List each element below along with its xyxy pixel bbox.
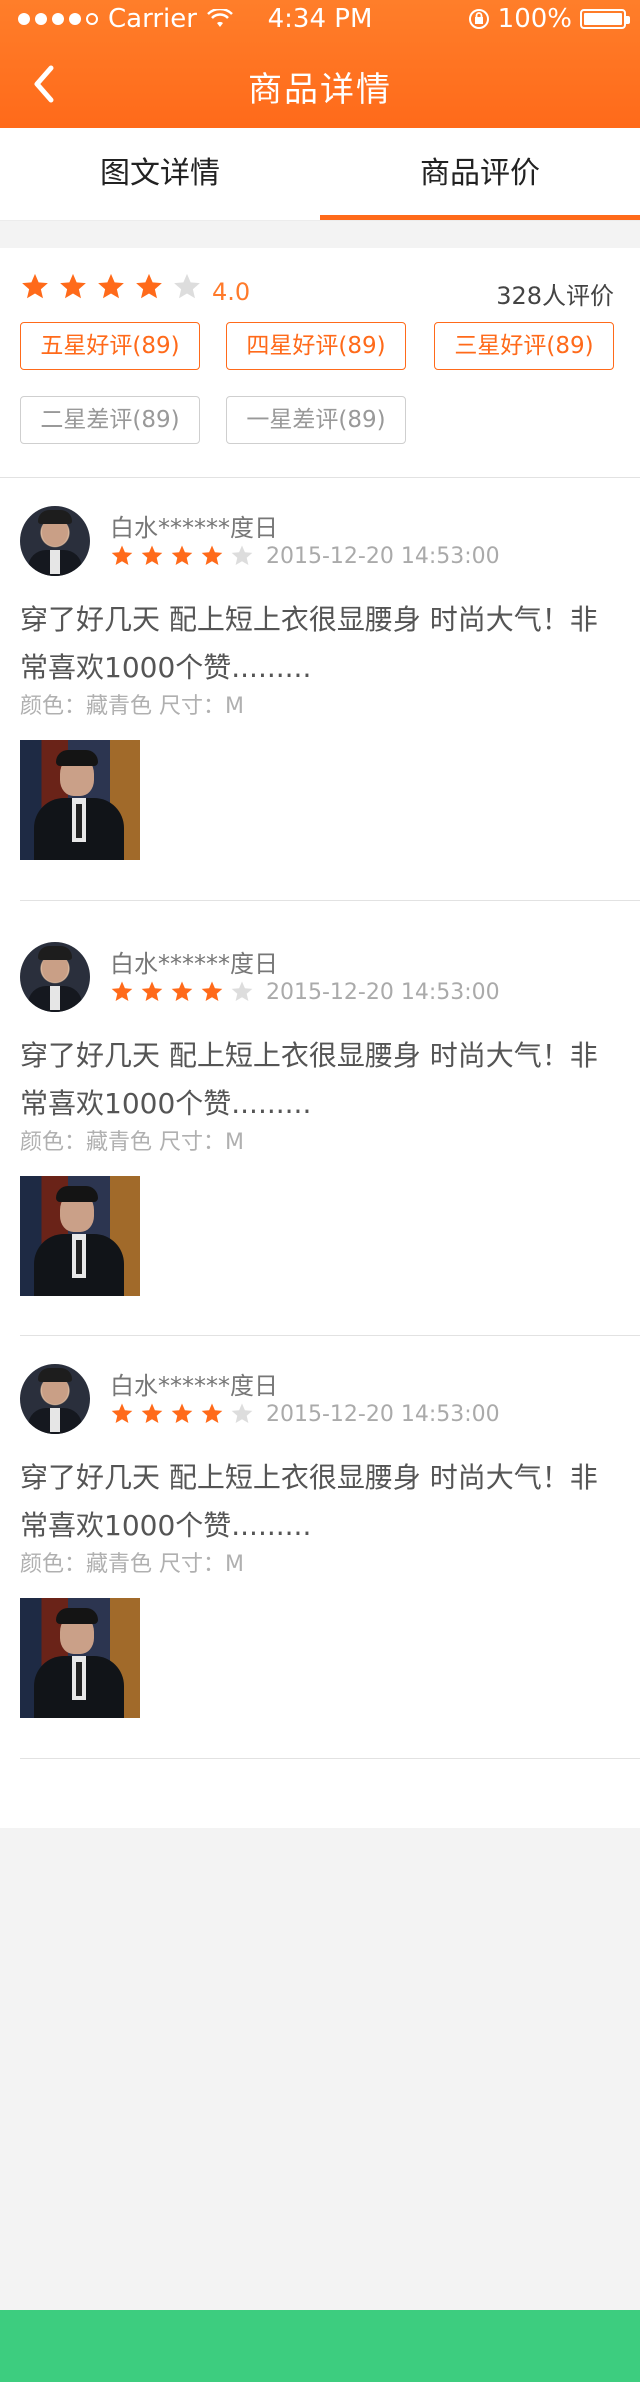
star-empty-icon [231, 545, 253, 565]
star-filled-icon [136, 273, 162, 299]
review-spec: 颜色：藏青色 尺寸：M [20, 694, 244, 719]
review-star-rating [110, 544, 254, 568]
star-filled-icon [60, 273, 86, 299]
filter-two-star[interactable]: 二星差评(89) [20, 396, 200, 444]
reviewer-name: 白水******度日 [110, 514, 278, 542]
orientation-lock-icon [468, 9, 489, 29]
review-item: 白水******度日 2015-12-20 14:53:00 穿了好几天 配上短… [0, 1336, 640, 1766]
filter-one-star[interactable]: 一星差评(89) [226, 396, 406, 444]
reviews-panel: 4.0 328人评价 五星好评(89) 四星好评(89) 三星好评(89) 二星… [0, 248, 640, 1828]
star-filled-icon [141, 1403, 163, 1423]
review-count: 328人评价 [496, 282, 614, 310]
review-date: 2015-12-20 14:53:00 [266, 980, 500, 1005]
review-text: 穿了好几天 配上短上衣很显腰身 时尚大气！非常喜欢1000个赞......... [20, 1039, 598, 1120]
battery-icon [580, 9, 630, 29]
filter-three-star[interactable]: 三星好评(89) [434, 322, 614, 370]
star-filled-icon [111, 1403, 133, 1423]
review-star-rating [110, 980, 254, 1004]
tab-reviews[interactable]: 商品评价 [320, 128, 640, 220]
star-empty-icon [231, 1403, 253, 1423]
filter-four-star[interactable]: 四星好评(89) [226, 322, 406, 370]
avatar[interactable] [20, 1364, 90, 1434]
rating-summary: 4.0 328人评价 [20, 272, 620, 318]
star-filled-icon [111, 981, 133, 1001]
status-bar: Carrier 4:34 PM 100% [0, 0, 640, 40]
page-title: 商品详情 [248, 70, 392, 110]
divider [20, 1758, 640, 1759]
review-item: 白水******度日 2015-12-20 14:53:00 穿了好几天 配上短… [0, 478, 640, 908]
star-empty-icon [174, 273, 200, 299]
review-spec: 颜色：藏青色 尺寸：M [20, 1130, 244, 1155]
review-photo[interactable] [20, 740, 140, 860]
review-spec: 颜色：藏青色 尺寸：M [20, 1552, 244, 1577]
star-filled-icon [111, 545, 133, 565]
review-text: 穿了好几天 配上短上衣很显腰身 时尚大气！非常喜欢1000个赞......... [20, 603, 598, 684]
star-filled-icon [141, 545, 163, 565]
review-photo[interactable] [20, 1176, 140, 1296]
filter-five-star[interactable]: 五星好评(89) [20, 322, 200, 370]
star-filled-icon [201, 981, 223, 1001]
star-filled-icon [171, 981, 193, 1001]
star-filled-icon [98, 273, 124, 299]
divider [20, 900, 640, 901]
avatar[interactable] [20, 942, 90, 1012]
reviewer-name: 白水******度日 [110, 950, 278, 978]
bottom-action-bar[interactable] [0, 2310, 640, 2382]
star-filled-icon [22, 273, 48, 299]
tab-bar: 图文详情 商品评价 [0, 128, 640, 221]
review-text: 穿了好几天 配上短上衣很显腰身 时尚大气！非常喜欢1000个赞......... [20, 1461, 598, 1542]
star-filled-icon [201, 545, 223, 565]
avatar[interactable] [20, 506, 90, 576]
review-date: 2015-12-20 14:53:00 [266, 544, 500, 569]
navbar: 商品详情 [0, 40, 640, 128]
average-score: 4.0 [212, 278, 251, 306]
star-empty-icon [231, 981, 253, 1001]
star-filled-icon [171, 1403, 193, 1423]
battery-percent: 100% [497, 4, 572, 34]
star-filled-icon [201, 1403, 223, 1423]
star-filled-icon [171, 545, 193, 565]
star-filled-icon [141, 981, 163, 1001]
review-photo[interactable] [20, 1598, 140, 1718]
tab-details[interactable]: 图文详情 [0, 128, 320, 220]
app-header: Carrier 4:34 PM 100% 商品详情 [0, 0, 640, 128]
review-date: 2015-12-20 14:53:00 [266, 1402, 500, 1427]
review-item: 白水******度日 2015-12-20 14:53:00 穿了好几天 配上短… [0, 914, 640, 1344]
review-star-rating [110, 1402, 254, 1426]
status-right: 100% [468, 4, 630, 34]
reviewer-name: 白水******度日 [110, 1372, 278, 1400]
